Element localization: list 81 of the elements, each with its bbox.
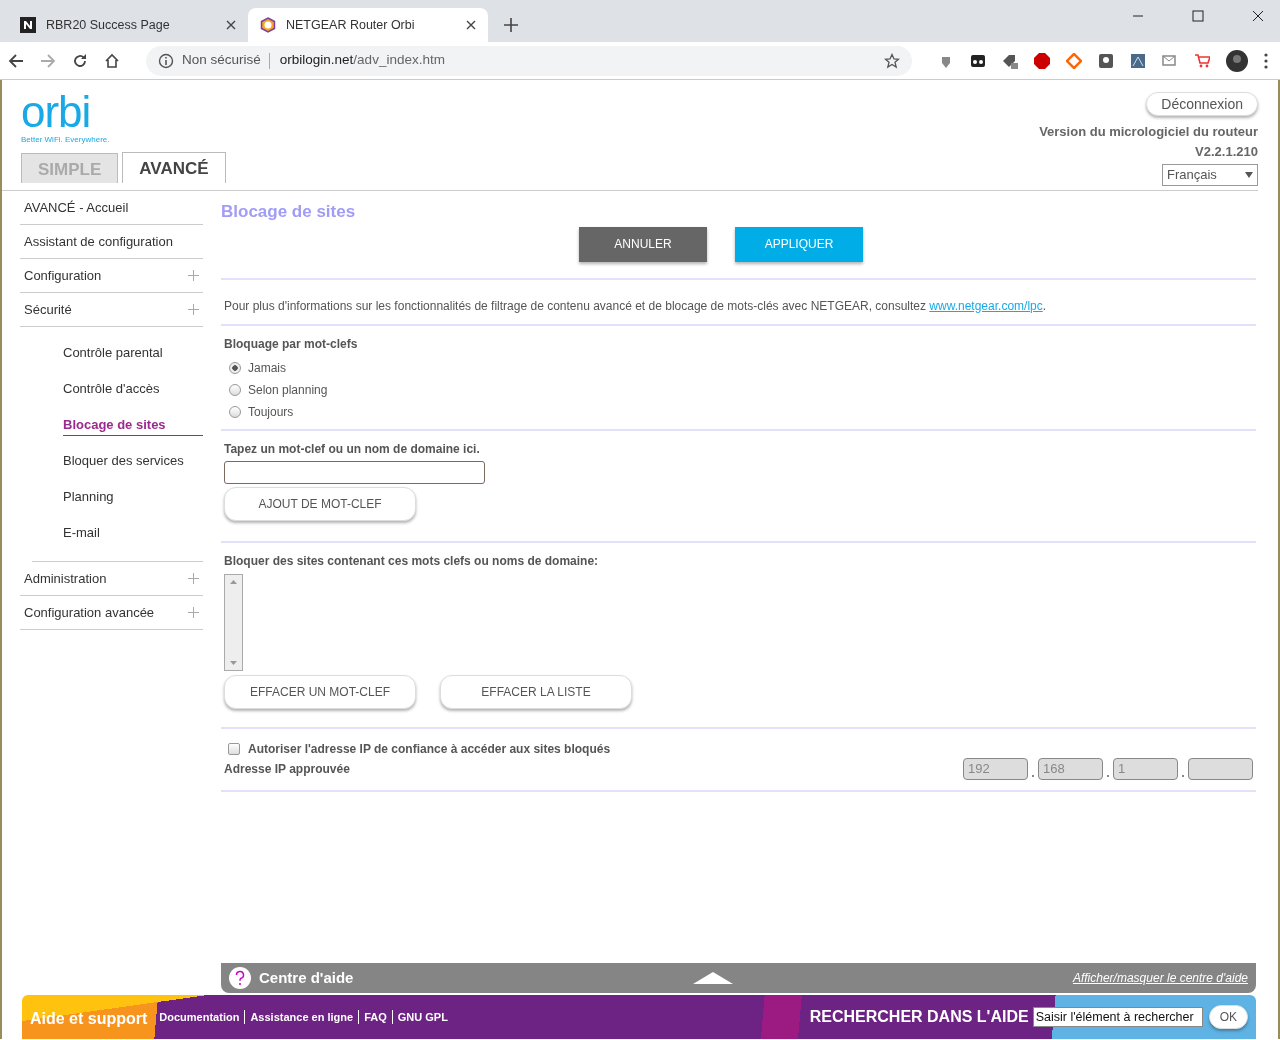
scroll-down-icon <box>230 660 237 665</box>
ip-octet-field[interactable] <box>1188 757 1253 780</box>
footer-link[interactable]: Assistance en ligne <box>250 1008 354 1026</box>
radio-button[interactable] <box>229 383 241 396</box>
help-title: Centre d'aide <box>259 967 354 988</box>
list-label: Bloquer des sites contenant ces mots clefs ou noms de domaine: <box>224 552 600 570</box>
new-tab-icon[interactable] <box>504 18 518 32</box>
close-icon[interactable] <box>226 20 236 30</box>
section-label: Bloquage par mot-clefs <box>224 335 359 353</box>
clear-list-button[interactable]: EFFACER LA LISTE <box>440 674 632 709</box>
home-icon[interactable] <box>104 52 120 69</box>
triangle-up-icon[interactable] <box>693 972 734 984</box>
reload-icon[interactable] <box>72 52 88 69</box>
mode-tab[interactable]: AVANCÉ <box>122 152 226 183</box>
footer-title: Aide et support <box>30 1009 148 1029</box>
footer-link[interactable]: GNU GPL <box>397 1008 448 1026</box>
diamond-icon[interactable] <box>1066 52 1082 69</box>
firmware-label: Version du micrologiciel du routeur <box>1039 123 1258 141</box>
sidebar-subitem[interactable]: Bloquer des services <box>63 443 203 479</box>
search-label: RECHERCHER DANS L'AIDE <box>809 1007 1029 1027</box>
bulb-icon[interactable] <box>1098 52 1114 69</box>
approved-ip-label: Adresse IP approuvée <box>224 760 350 778</box>
logout-button[interactable]: Déconnexion <box>1146 92 1258 116</box>
letter-favicon-icon <box>20 17 36 33</box>
maximize-icon[interactable] <box>1192 10 1204 22</box>
question-icon <box>229 967 251 989</box>
hexagon-favicon-icon <box>260 17 276 33</box>
address-bar[interactable]: Non sécurisé orbilogin.net/adv_index.htm <box>146 45 912 76</box>
security-label: Non sécurisé <box>182 51 261 70</box>
glasses-icon[interactable] <box>970 52 986 69</box>
url-text: orbilogin.net/adv_index.htm <box>279 51 445 70</box>
sidebar-item[interactable]: Configuration <box>20 259 203 293</box>
sidebar-subitem[interactable]: Contrôle parental <box>63 335 203 371</box>
menu-icon[interactable] <box>1264 52 1268 69</box>
add-keyword-button[interactable]: AJOUT DE MOT-CLEF <box>224 486 416 521</box>
scroll-up-icon <box>230 579 237 584</box>
language-select[interactable]: Français <box>1162 164 1258 186</box>
trusted-ip-label: Autoriser l'adresse IP de confiance à accéder aux sites bloqués <box>248 740 611 758</box>
sidebar-item[interactable]: Configuration avancée <box>20 596 203 630</box>
keyword-label: Tapez un mot-clef ou un nom de domaine ici. <box>224 440 481 458</box>
radio-button[interactable] <box>229 405 241 418</box>
tag-icon[interactable] <box>1002 52 1018 69</box>
browser-tab[interactable]: NETGEAR Router Orbi <box>248 8 488 42</box>
back-arrow-icon[interactable] <box>8 52 24 69</box>
sidebar-item[interactable]: Sécurité <box>20 293 203 327</box>
footer-link[interactable]: FAQ <box>364 1008 387 1026</box>
page-title: Blocage de sites <box>221 201 357 223</box>
cart-icon[interactable] <box>1194 52 1210 69</box>
browser-tab[interactable]: RBR20 Success Page <box>8 8 248 42</box>
sidebar-subitem[interactable]: E-mail <box>63 515 203 551</box>
radio-label: Toujours <box>248 403 294 421</box>
info-icon <box>158 52 174 69</box>
ok-button[interactable]: OK <box>1208 1005 1248 1029</box>
sidebar-item[interactable]: AVANCÉ - Accueil <box>20 191 203 225</box>
sidebar-item[interactable]: Administration <box>20 562 203 596</box>
cancel-button[interactable]: ANNULER <box>579 226 707 262</box>
checkbox[interactable] <box>228 742 240 755</box>
sidebar-subitem[interactable]: Blocage de sites <box>63 414 203 436</box>
orbi-logo: orbi <box>21 92 92 132</box>
sidebar-subitem[interactable]: Planning <box>63 479 203 515</box>
delete-keyword-button[interactable]: EFFACER UN MOT-CLEF <box>224 674 416 709</box>
help-toggle-link[interactable]: Afficher/masquer le centre d'aide <box>1072 969 1248 987</box>
radio-label: Jamais <box>248 359 286 377</box>
radio-label: Selon planning <box>248 381 328 399</box>
footer-link[interactable]: Documentation <box>159 1008 240 1026</box>
stop-sign-icon[interactable] <box>1034 52 1050 69</box>
radio-button[interactable] <box>229 361 241 374</box>
sidebar-subitem[interactable]: Contrôle d'accès <box>63 371 203 407</box>
firmware-version: V2.2.1.210 <box>1195 142 1258 161</box>
chart-square-icon[interactable] <box>1130 52 1146 69</box>
logo-tagline: Better WiFi. Everywhere. <box>21 134 111 146</box>
close-icon[interactable] <box>1252 10 1264 22</box>
info-text: Pour plus d'informations sur les fonctionnalités de filtrage de contenu avancé et de blocage de mots-clés avec NETGEAR, consultez www.netgear.com/lpc. <box>223 297 1048 315</box>
star-icon[interactable] <box>884 52 900 69</box>
help-search-field[interactable]: Saisir l'élément à rechercher <box>1032 1007 1203 1027</box>
mail-icon[interactable] <box>1162 52 1178 69</box>
keyword-input[interactable] <box>224 460 485 484</box>
dropdown-caret-icon <box>1245 172 1253 178</box>
sidebar-item[interactable]: Assistant de configuration <box>20 225 203 259</box>
close-icon[interactable] <box>466 20 476 30</box>
avatar-icon[interactable] <box>1226 49 1248 72</box>
